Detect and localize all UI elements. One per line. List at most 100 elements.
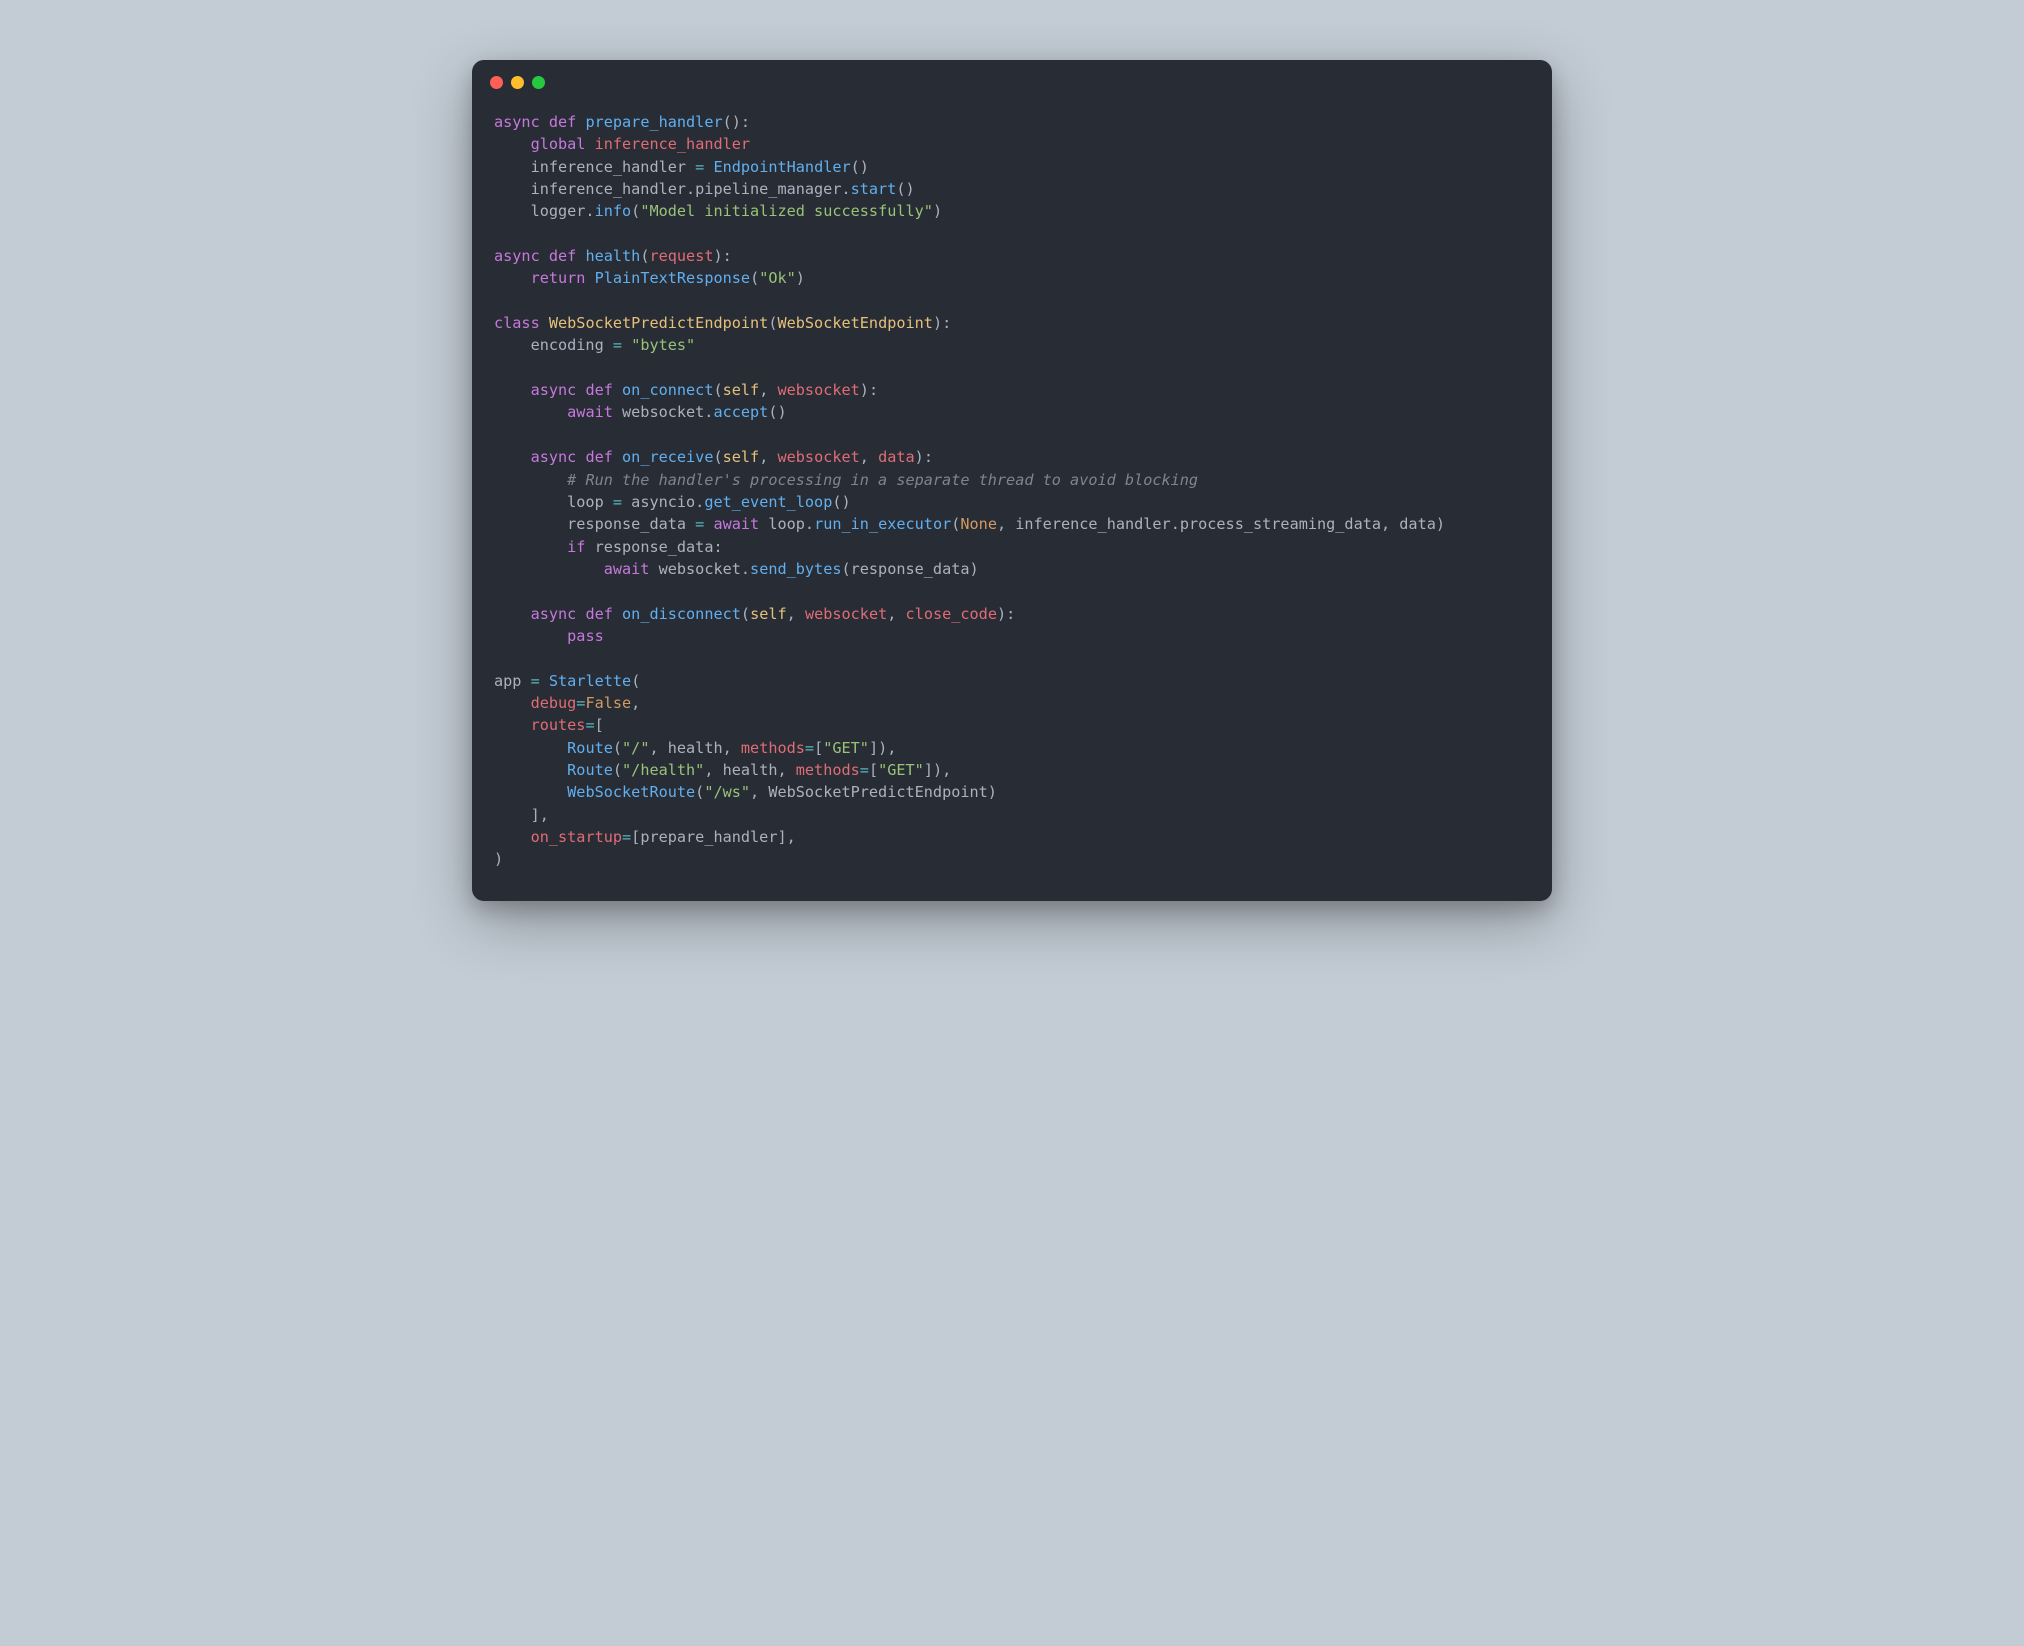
code-token-plain bbox=[494, 694, 531, 712]
code-window: async def prepare_handler(): global infe… bbox=[472, 60, 1552, 901]
code-token-plain bbox=[494, 560, 604, 578]
code-token-self: self bbox=[750, 605, 787, 623]
code-token-self: self bbox=[723, 448, 760, 466]
code-token-param: request bbox=[649, 247, 713, 265]
code-token-fn: start bbox=[851, 180, 897, 198]
code-token-plain bbox=[494, 403, 567, 421]
code-token-plain: , bbox=[759, 448, 777, 466]
code-token-bool: False bbox=[585, 694, 631, 712]
code-token-plain bbox=[494, 739, 567, 757]
code-token-plain: , bbox=[631, 694, 640, 712]
code-token-plain: () bbox=[851, 158, 869, 176]
code-token-plain: , bbox=[759, 381, 777, 399]
code-token-fn: EndpointHandler bbox=[713, 158, 850, 176]
code-token-plain: encoding bbox=[494, 336, 613, 354]
code-token-str: "/ws" bbox=[704, 783, 750, 801]
code-token-str: "/" bbox=[622, 739, 649, 757]
close-icon[interactable] bbox=[490, 76, 503, 89]
code-token-plain bbox=[494, 783, 567, 801]
code-token-plain: (response_data) bbox=[841, 560, 978, 578]
code-token-plain bbox=[494, 627, 567, 645]
code-token-plain: response_data: bbox=[585, 538, 722, 556]
code-token-plain: ( bbox=[713, 448, 722, 466]
code-token-plain bbox=[613, 448, 622, 466]
code-token-param: methods bbox=[796, 761, 860, 779]
page-wrap: async def prepare_handler(): global infe… bbox=[410, 60, 1615, 901]
code-token-plain: ( bbox=[713, 381, 722, 399]
code-token-kw: await bbox=[713, 515, 759, 533]
code-token-fn: send_bytes bbox=[750, 560, 841, 578]
code-token-plain bbox=[494, 448, 531, 466]
code-token-kw: await bbox=[567, 403, 613, 421]
code-token-param: close_code bbox=[906, 605, 997, 623]
code-listing: async def prepare_handler(): global infe… bbox=[472, 93, 1552, 901]
code-token-plain: ): bbox=[915, 448, 933, 466]
code-token-str: "/health" bbox=[622, 761, 704, 779]
code-token-param: data bbox=[878, 448, 915, 466]
code-token-plain: ): bbox=[933, 314, 951, 332]
code-token-op: = bbox=[695, 158, 704, 176]
code-token-plain bbox=[622, 336, 631, 354]
code-token-plain bbox=[494, 381, 531, 399]
code-token-fn: Starlette bbox=[549, 672, 631, 690]
code-token-var: inference_handler bbox=[595, 135, 750, 153]
code-token-str: "Model initialized successfully" bbox=[640, 202, 933, 220]
code-token-op: = bbox=[805, 739, 814, 757]
code-token-plain: [prepare_handler], bbox=[631, 828, 796, 846]
code-token-plain: ( bbox=[750, 269, 759, 287]
code-token-fn: WebSocketRoute bbox=[567, 783, 695, 801]
code-token-plain bbox=[585, 269, 594, 287]
code-token-fn: PlainTextResponse bbox=[595, 269, 750, 287]
code-token-plain: ): bbox=[714, 247, 732, 265]
code-token-plain: ]), bbox=[924, 761, 951, 779]
code-token-plain bbox=[494, 828, 531, 846]
code-token-op: = bbox=[695, 515, 704, 533]
code-token-plain: inference_handler.pipeline_manager. bbox=[494, 180, 851, 198]
code-token-bool: None bbox=[960, 515, 997, 533]
code-token-plain: loop. bbox=[759, 515, 814, 533]
code-token-plain: (): bbox=[723, 113, 750, 131]
code-token-cls: WebSocketEndpoint bbox=[777, 314, 932, 332]
code-token-plain: () bbox=[768, 403, 786, 421]
code-token-kw: async def bbox=[494, 113, 576, 131]
code-token-plain bbox=[494, 538, 567, 556]
code-token-plain: , bbox=[787, 605, 805, 623]
code-token-plain bbox=[494, 471, 567, 489]
window-titlebar bbox=[472, 60, 1552, 93]
code-token-plain: , health, bbox=[704, 761, 795, 779]
code-token-fn: Route bbox=[567, 761, 613, 779]
code-token-plain: ( bbox=[613, 761, 622, 779]
code-token-str: "GET" bbox=[823, 739, 869, 757]
code-token-plain: , bbox=[887, 605, 905, 623]
code-token-plain: , WebSocketPredictEndpoint) bbox=[750, 783, 997, 801]
code-token-str: "GET" bbox=[878, 761, 924, 779]
code-token-op: = bbox=[860, 761, 869, 779]
code-token-plain: [ bbox=[595, 716, 604, 734]
code-token-cmt: # Run the handler's processing in a sepa… bbox=[567, 471, 1198, 489]
code-token-param: websocket bbox=[778, 448, 860, 466]
code-token-plain: ) bbox=[494, 850, 503, 868]
code-token-plain: loop bbox=[494, 493, 613, 511]
code-token-kw: async def bbox=[531, 448, 613, 466]
code-token-fn: prepare_handler bbox=[585, 113, 722, 131]
code-token-plain: ) bbox=[796, 269, 805, 287]
code-token-plain: ( bbox=[631, 672, 640, 690]
code-token-plain: () bbox=[896, 180, 914, 198]
code-token-param: methods bbox=[741, 739, 805, 757]
minimize-icon[interactable] bbox=[511, 76, 524, 89]
code-token-plain: ( bbox=[741, 605, 750, 623]
code-token-kw: async def bbox=[494, 247, 576, 265]
code-token-plain bbox=[494, 761, 567, 779]
code-token-plain: ( bbox=[613, 739, 622, 757]
code-token-fn: accept bbox=[713, 403, 768, 421]
code-token-plain: websocket. bbox=[613, 403, 714, 421]
code-token-plain: ) bbox=[933, 202, 942, 220]
code-token-plain: () bbox=[832, 493, 850, 511]
code-token-param: websocket bbox=[805, 605, 887, 623]
code-token-plain: [ bbox=[869, 761, 878, 779]
maximize-icon[interactable] bbox=[532, 76, 545, 89]
code-token-param: websocket bbox=[778, 381, 860, 399]
code-token-plain bbox=[540, 672, 549, 690]
code-token-op: = bbox=[613, 336, 622, 354]
code-token-str: "bytes" bbox=[631, 336, 695, 354]
